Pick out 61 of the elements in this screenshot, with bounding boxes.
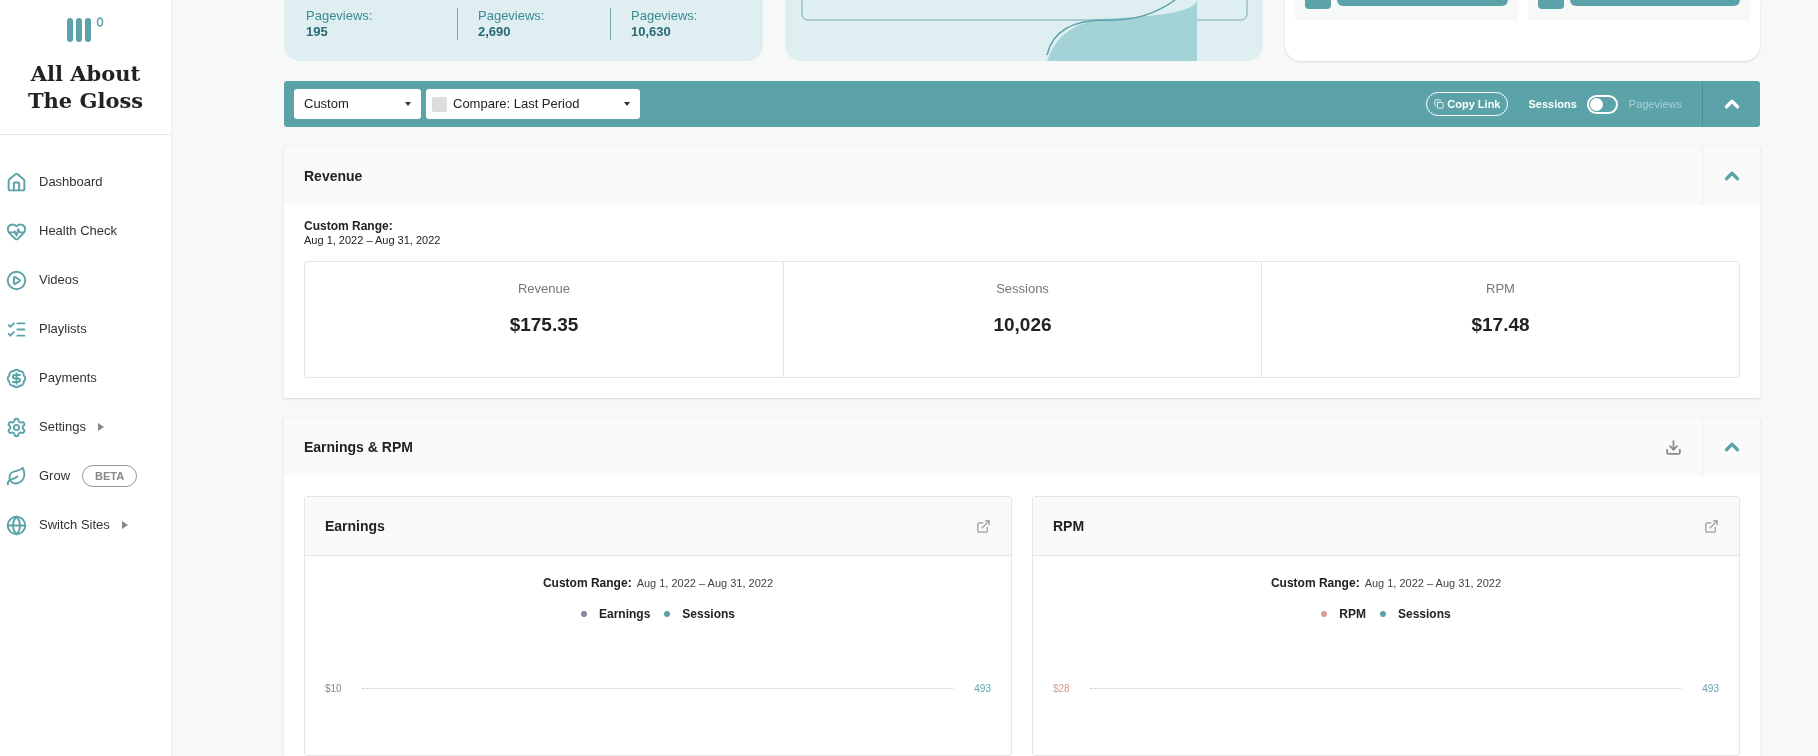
- site-title: All About The Gloss: [26, 60, 145, 114]
- metric-value: 10,026: [993, 312, 1052, 337]
- download-button[interactable]: [1665, 438, 1682, 456]
- home-icon: [6, 171, 27, 193]
- range-label: Custom Range:: [1270, 575, 1360, 592]
- range-dropdown[interactable]: Custom: [294, 89, 421, 120]
- legend-label: RPM: [1339, 606, 1366, 623]
- external-link-icon: [976, 518, 991, 534]
- leaf-icon: [6, 465, 27, 487]
- range-dates: Aug 1, 2022 – Aug 31, 2022: [1364, 576, 1502, 591]
- external-link-button[interactable]: [976, 518, 991, 534]
- nav-item[interactable]: Videos: [0, 267, 171, 293]
- panel-title: Revenue: [304, 166, 364, 186]
- compare-dropdown[interactable]: Compare: Last Period: [426, 89, 640, 120]
- copy-icon: [1434, 99, 1445, 110]
- stat-value: 195: [306, 24, 329, 40]
- nav-item[interactable]: Switch Sites: [0, 512, 171, 538]
- range-dates: Aug 1, 2022 – Aug 31, 2022: [304, 233, 442, 247]
- chart-title: RPM: [1053, 516, 1086, 536]
- legend-label: Earnings: [598, 606, 651, 623]
- range-label: Custom Range:: [304, 219, 394, 233]
- nav-item[interactable]: Dashboard: [0, 169, 171, 195]
- heart-pulse-icon: [6, 220, 27, 242]
- stat-label: Pageviews:: [478, 8, 546, 24]
- checkbox-icon: [432, 96, 447, 112]
- nav-item[interactable]: Settings: [0, 414, 171, 440]
- caret-icon: [405, 102, 411, 107]
- metric-value: $17.48: [1471, 312, 1530, 337]
- axis-tick-label: 493: [1702, 682, 1719, 696]
- nav-item[interactable]: Playlists: [0, 316, 171, 342]
- stat-label: Pageviews:: [306, 8, 374, 24]
- nav-item[interactable]: Health Check: [0, 218, 171, 244]
- globe-icon: [6, 514, 27, 536]
- stat-value: 2,690: [478, 24, 512, 40]
- axis-tick-label: $10: [325, 682, 342, 696]
- nav-item[interactable]: Grow BETA: [0, 463, 171, 489]
- nav-item[interactable]: Payments: [0, 365, 171, 391]
- axis-tick-label: $28: [1053, 682, 1070, 696]
- stat-value: 10,630: [631, 24, 672, 40]
- caret-icon: [624, 102, 630, 107]
- axis-tick-label: 493: [974, 682, 991, 696]
- legend-label: Sessions: [682, 606, 736, 623]
- chart-title: Earnings: [325, 516, 386, 536]
- metric-toggle[interactable]: [1586, 94, 1618, 114]
- legend-label: Sessions: [1398, 606, 1451, 623]
- settings-icon: [6, 416, 27, 438]
- download-icon: [1665, 438, 1682, 456]
- metric-value: $175.35: [509, 312, 579, 337]
- metric-label: Sessions: [996, 280, 1049, 298]
- bar-icon: [1337, 0, 1508, 6]
- metric-label: RPM: [1486, 280, 1515, 298]
- range-label: Custom Range:: [542, 575, 632, 592]
- range-dates: Aug 1, 2022 – Aug 31, 2022: [636, 576, 774, 591]
- play-icon: [6, 269, 27, 291]
- panel-title: Earnings & RPM: [304, 437, 414, 457]
- stat-label: Pageviews:: [631, 8, 699, 24]
- metric-label: Revenue: [517, 280, 570, 298]
- bar-icon: [1569, 0, 1740, 6]
- external-link-button[interactable]: [1704, 518, 1719, 534]
- external-link-icon: [1704, 518, 1719, 534]
- dollar-icon: [6, 367, 27, 389]
